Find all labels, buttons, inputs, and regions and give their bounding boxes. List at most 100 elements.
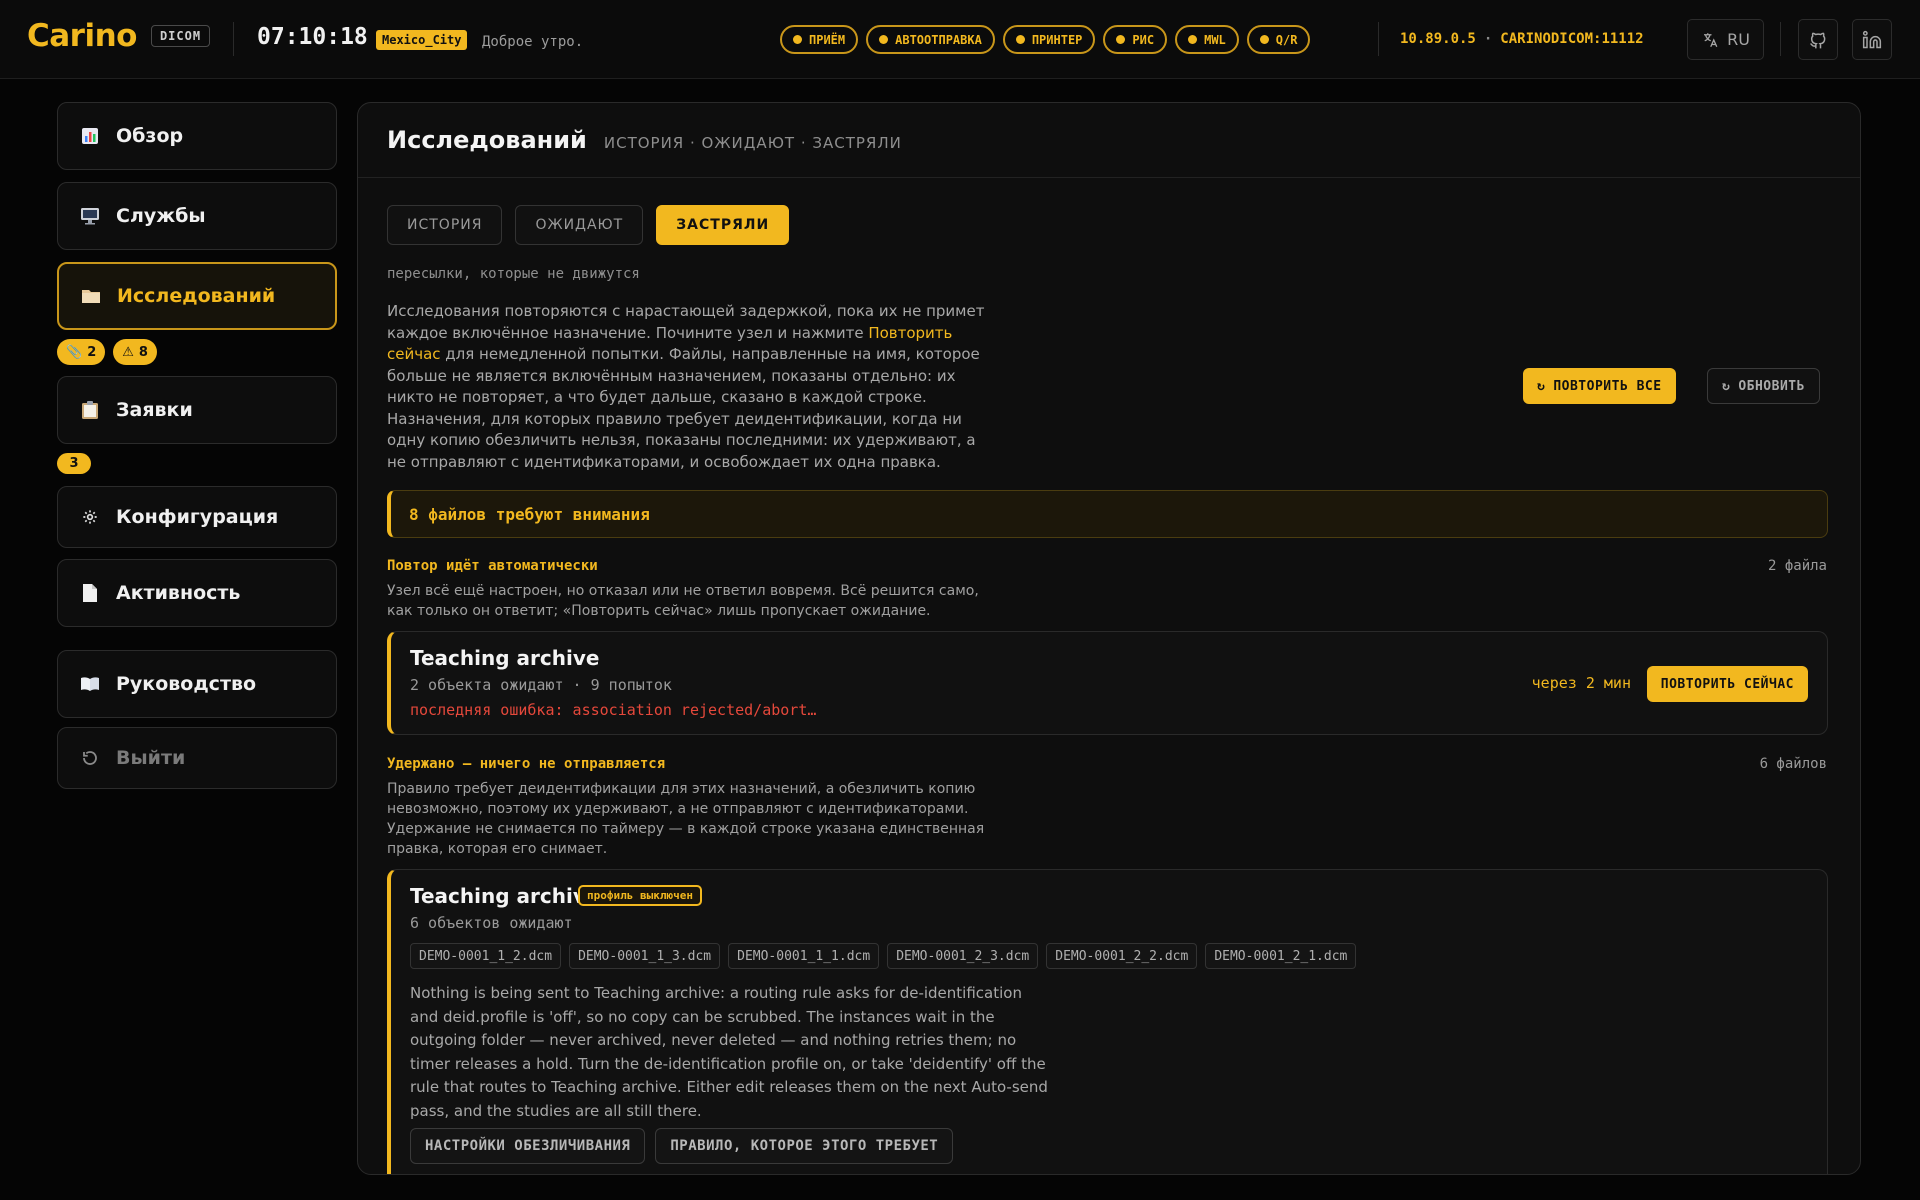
sidebar-item-label: Руководство xyxy=(116,673,257,695)
file-chip: DEMO-0001_2_3.dcm xyxy=(887,943,1039,969)
top-bar: Carino DICOM 07:10:18 Mexico_City Доброе… xyxy=(0,0,1920,79)
divider xyxy=(1378,22,1379,56)
destination-meta: 6 объектов ожидают xyxy=(410,914,573,932)
github-icon xyxy=(1810,32,1826,48)
document-icon xyxy=(80,583,100,603)
paperclip-icon: 📎 xyxy=(66,344,83,360)
section-heading-held: Удержано — ничего не отправляется xyxy=(387,756,666,772)
status-dot-icon xyxy=(1259,35,1269,44)
sidebar-item-overview[interactable]: Обзор xyxy=(57,102,337,170)
ip-address: 10.89.0.5 xyxy=(1400,31,1476,47)
service-pill-autosend[interactable]: АВТООТПРАВКА xyxy=(866,25,995,54)
monitor-icon xyxy=(80,206,100,226)
last-error: последняя ошибка: association rejected/a… xyxy=(410,701,817,719)
status-dot-icon xyxy=(1116,35,1126,44)
attention-banner: 8 файлов требуют внимания xyxy=(387,490,1828,538)
hold-explanation: Nothing is being sent to Teaching archiv… xyxy=(410,984,1048,1120)
brand-tag: DICOM xyxy=(150,25,211,47)
sidebar-item-label: Службы xyxy=(116,205,206,227)
translate-icon xyxy=(1704,32,1718,47)
service-pill-printer[interactable]: ПРИНТЕР xyxy=(1002,25,1096,54)
service-pill-intake[interactable]: ПРИЁМ xyxy=(780,25,859,54)
sidebar-item-label: Обзор xyxy=(116,125,184,147)
section-count: 2 файла xyxy=(1767,558,1827,574)
status-dot-icon xyxy=(879,35,889,44)
destination-meta: 2 объекта ожидают · 9 попыток xyxy=(410,676,672,694)
status-dot-icon xyxy=(793,35,802,44)
section-description: Правило требует деидентификации для этих… xyxy=(387,781,985,857)
sidebar-item-label: Исследований xyxy=(117,285,276,307)
sidebar-item-activity[interactable]: Активность xyxy=(57,559,337,627)
file-chip: DEMO-0001_1_1.dcm xyxy=(728,943,880,969)
warning-icon: ⚠ xyxy=(122,344,134,360)
orders-count-badge: 3 xyxy=(57,453,91,474)
timezone-badge: Mexico_City xyxy=(376,30,468,50)
clipboard-icon xyxy=(80,400,100,420)
sidebar-item-configuration[interactable]: Конфигурация xyxy=(57,486,337,548)
language-label: RU xyxy=(1727,30,1750,49)
section-description: Узел всё ещё настроен, но отказал или не… xyxy=(387,583,979,619)
next-retry-time: через 2 мин xyxy=(1531,674,1631,692)
file-chip: DEMO-0001_1_2.dcm xyxy=(410,943,562,969)
tab-stuck[interactable]: ЗАСТРЯЛИ xyxy=(656,205,790,245)
service-pill-mwl[interactable]: MWL xyxy=(1175,25,1239,54)
sidebar-item-label: Активность xyxy=(116,582,241,604)
destination-card-held: Teaching archive профиль выключен 6 объе… xyxy=(387,869,1828,1174)
service-pill-ris[interactable]: РИС xyxy=(1103,25,1168,54)
greeting: Доброе утро. xyxy=(482,34,584,50)
github-button[interactable] xyxy=(1798,19,1838,60)
service-status-list: ПРИЁМ АВТООТПРАВКА ПРИНТЕР РИС MWL Q/R xyxy=(780,25,1311,54)
file-chip: DEMO-0001_2_2.dcm xyxy=(1046,943,1198,969)
page-title: Исследований xyxy=(387,126,587,154)
file-chip: DEMO-0001_2_1.dcm xyxy=(1205,943,1357,969)
sidebar-item-orders[interactable]: Заявки xyxy=(57,376,337,444)
divider xyxy=(1780,22,1781,56)
retry-now-button[interactable]: ПОВТОРИТЬ СЕЙЧАС xyxy=(1646,666,1808,702)
studies-panel: Исследований ИСТОРИЯ · ОЖИДАЮТ · ЗАСТРЯЛ… xyxy=(357,102,1861,1175)
panel-header: Исследований ИСТОРИЯ · ОЖИДАЮТ · ЗАСТРЯЛ… xyxy=(358,103,1860,178)
sidebar-item-label: Конфигурация xyxy=(116,506,279,528)
studies-badges: 📎 2 ⚠ 8 xyxy=(57,339,157,365)
held-file-list: DEMO-0001_1_2.dcm DEMO-0001_1_3.dcm DEMO… xyxy=(410,943,1357,969)
routing-rule-button[interactable]: ПРАВИЛО, КОТОРОЕ ЭТОГО ТРЕБУЕТ xyxy=(655,1128,954,1164)
refresh-icon: ↻ xyxy=(1722,378,1731,394)
orders-badges: 3 xyxy=(57,453,91,474)
tab-history[interactable]: ИСТОРИЯ xyxy=(387,205,503,245)
linkedin-icon xyxy=(1862,30,1882,48)
divider xyxy=(233,22,234,56)
gear-icon xyxy=(80,507,100,527)
destination-name: Teaching archive xyxy=(410,646,600,670)
sidebar-item-logout[interactable]: Выйти xyxy=(57,727,337,789)
fix-actions: НАСТРОЙКИ ОБЕЗЛИЧИВАНИЯ ПРАВИЛО, КОТОРОЕ… xyxy=(410,1128,954,1164)
page-subtitle: ИСТОРИЯ · ОЖИДАЮТ · ЗАСТРЯЛИ xyxy=(603,133,902,152)
sidebar-item-services[interactable]: Службы xyxy=(57,182,337,250)
tab-pending[interactable]: ОЖИДАЮТ xyxy=(515,205,644,245)
tab-caption: пересылки, которые не движутся xyxy=(387,266,640,282)
sidebar-item-label: Заявки xyxy=(116,399,193,421)
intro-text: Исследования повторяются с нарастающей з… xyxy=(387,302,985,471)
network-address: 10.89.0.5 · CARINODICOM:11112 xyxy=(1400,31,1644,47)
folder-icon xyxy=(81,286,101,306)
stuck-badge: ⚠ 8 xyxy=(113,339,157,365)
status-dot-icon xyxy=(1188,35,1198,44)
book-icon xyxy=(80,674,100,694)
destination-name: Teaching archive xyxy=(410,884,600,908)
retry-icon: ↻ xyxy=(1537,378,1546,394)
section-heading-auto-retry: Повтор идёт автоматически xyxy=(387,558,598,574)
brand-logo: Carino xyxy=(27,18,137,54)
file-chip: DEMO-0001_1_3.dcm xyxy=(569,943,721,969)
sidebar-item-guide[interactable]: Руководство xyxy=(57,650,337,718)
linkedin-button[interactable] xyxy=(1852,19,1892,60)
tab-bar: ИСТОРИЯ ОЖИДАЮТ ЗАСТРЯЛИ xyxy=(387,205,790,245)
brand: Carino DICOM xyxy=(27,18,211,54)
service-pill-qr[interactable]: Q/R xyxy=(1246,25,1311,54)
chart-icon xyxy=(80,126,100,146)
deid-settings-button[interactable]: НАСТРОЙКИ ОБЕЗЛИЧИВАНИЯ xyxy=(410,1128,646,1164)
refresh-button[interactable]: ↻ ОБНОВИТЬ xyxy=(1707,368,1820,404)
logout-icon xyxy=(80,748,100,768)
status-dot-icon xyxy=(1015,35,1025,44)
sidebar-item-studies[interactable]: Исследований xyxy=(57,262,337,330)
language-button[interactable]: RU xyxy=(1687,19,1764,60)
retry-all-button[interactable]: ↻ ПОВТОРИТЬ ВСЕ xyxy=(1523,368,1676,404)
sidebar-item-label: Выйти xyxy=(116,747,186,769)
